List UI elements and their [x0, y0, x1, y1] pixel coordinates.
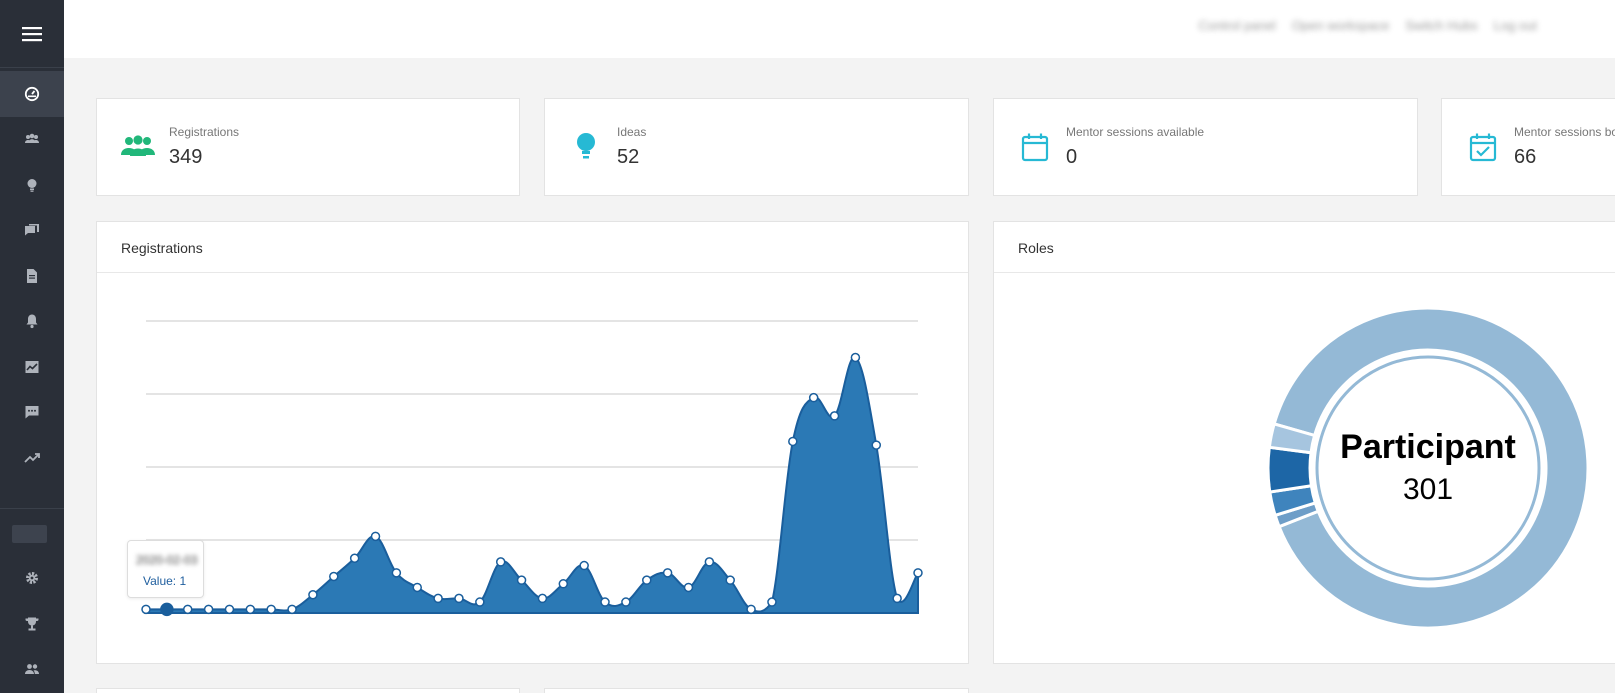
donut-inner-ring [1315, 355, 1541, 581]
donut-slice[interactable] [1266, 445, 1314, 494]
bottom-card-2 [544, 688, 969, 693]
donut-center-label: Participant [1340, 428, 1516, 466]
bottom-card-1 [96, 688, 520, 693]
roles-donut-chart: Participant 301 [1266, 306, 1590, 630]
donut-center-value: 301 [1403, 473, 1453, 506]
